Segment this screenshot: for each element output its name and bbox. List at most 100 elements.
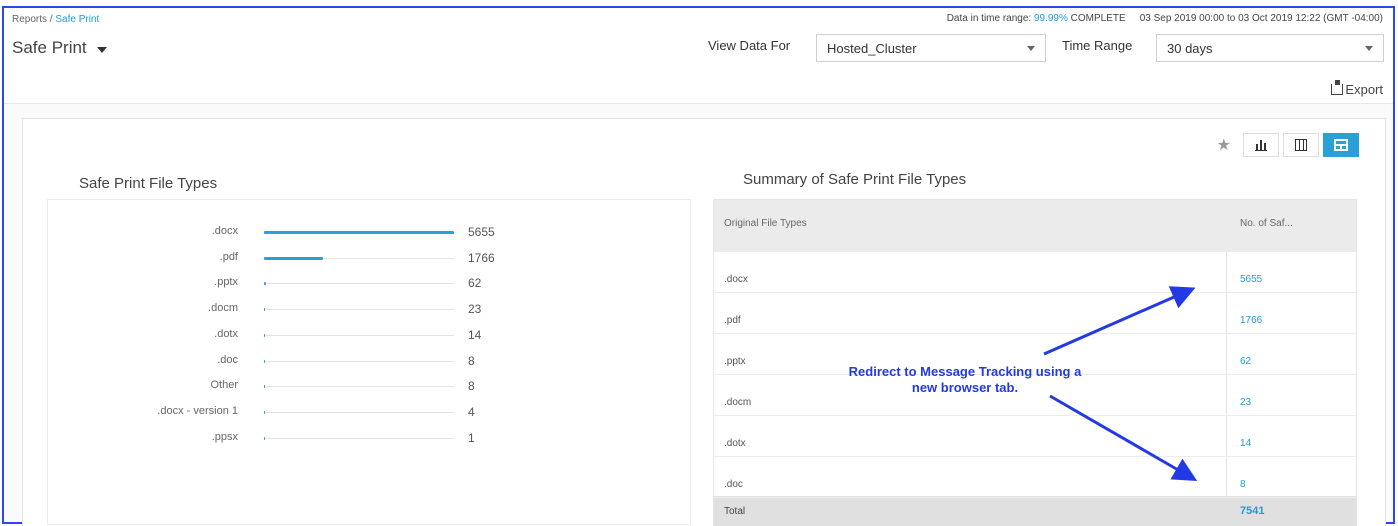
file-types-chart: .docx 5655 .pdf 1766 .pptx 62 .docm 23 .dotx 14 .d… <box>47 199 691 525</box>
bar-label: .ppsx <box>211 430 238 443</box>
bar-value-label: 4 <box>468 404 475 419</box>
bar-row: .ppsx 1 <box>48 428 690 448</box>
bar-track <box>264 410 454 414</box>
export-label: Export <box>1345 82 1383 97</box>
time-range-value: 30 days <box>1167 40 1213 56</box>
view-data-label: View Data For <box>708 38 791 53</box>
count-link[interactable]: 14 <box>1240 438 1251 449</box>
count-link[interactable]: 8 <box>1240 479 1246 490</box>
count-link[interactable]: 1766 <box>1240 315 1262 326</box>
table-row: .pdf 1766 <box>714 293 1356 334</box>
file-type-cell: .pdf <box>724 315 741 326</box>
bar-track <box>264 308 454 312</box>
total-label: Total <box>724 506 746 517</box>
column-divider <box>1226 334 1227 374</box>
chart-view-button[interactable] <box>1243 133 1279 157</box>
dropdown-arrow-icon <box>1027 45 1035 51</box>
breadcrumb-reports[interactable]: Reports <box>12 14 47 25</box>
bar[interactable] <box>264 333 265 337</box>
annotation-callout: Redirect to Message Tracking using a new… <box>806 364 1124 396</box>
bar-row: Other 8 <box>48 376 690 396</box>
file-type-cell: .dotx <box>724 438 746 449</box>
bar-track <box>264 282 454 286</box>
split-view-button[interactable] <box>1323 133 1359 157</box>
view-data-value: Hosted_Cluster <box>827 40 917 56</box>
bar-label: Other <box>210 379 238 392</box>
bar[interactable] <box>264 256 323 260</box>
bar[interactable] <box>264 308 265 312</box>
table-row: .dotx 14 <box>714 416 1356 457</box>
table-row: .doc 8 <box>714 457 1356 498</box>
chart-title: Safe Print File Types <box>79 175 218 192</box>
view-toggles: ★ <box>1217 133 1359 157</box>
bar[interactable] <box>264 359 265 363</box>
page-header: Reports / Safe Print Safe Print Data in … <box>4 8 1393 104</box>
annotation-line-1: Redirect to Message Tracking using a <box>848 364 1082 379</box>
file-type-cell: .doc <box>724 479 743 490</box>
time-range-select[interactable]: 30 days <box>1156 34 1384 62</box>
table-row: .docx 5655 <box>714 252 1356 293</box>
total-value: 7541 <box>1240 505 1265 517</box>
time-range-info: Data in time range: 99.99% COMPLETE 03 Se… <box>947 13 1383 24</box>
bar[interactable] <box>264 282 266 286</box>
bar-value-label: 62 <box>468 276 482 291</box>
bar-track <box>264 436 454 440</box>
bar-label: .pdf <box>219 250 238 263</box>
bar-row: .pdf 1766 <box>48 248 690 268</box>
bar-row: .doc 8 <box>48 351 690 371</box>
page-title: Safe Print <box>12 38 87 57</box>
bar-track <box>264 385 454 389</box>
summary-title: Summary of Safe Print File Types <box>743 171 967 188</box>
column-header-file-types[interactable]: Original File Types <box>724 218 807 229</box>
app-frame: Reports / Safe Print Safe Print Data in … <box>2 6 1395 526</box>
report-panel: ★ Safe Print File Types .docx 5655 .pdf 176… <box>22 118 1386 526</box>
view-data-select[interactable]: Hosted_Cluster <box>816 34 1046 62</box>
bar-row: .dotx 14 <box>48 325 690 345</box>
bar[interactable] <box>264 410 265 414</box>
bar-label: .doc <box>217 353 238 366</box>
column-divider <box>1226 457 1227 497</box>
star-icon[interactable]: ★ <box>1217 135 1231 155</box>
bar-label: .dotx <box>214 327 238 340</box>
bar-track <box>264 359 454 363</box>
count-link[interactable]: 23 <box>1240 397 1251 408</box>
bar-value-label: 14 <box>468 327 482 342</box>
column-divider <box>1226 416 1227 456</box>
bar-label: .docx <box>211 225 238 237</box>
bar[interactable] <box>264 385 265 389</box>
export-button[interactable]: Export <box>1331 80 1383 97</box>
bar-row: .pptx 62 <box>48 273 690 293</box>
range-suffix: COMPLETE <box>1067 13 1126 24</box>
bar-track <box>264 231 454 234</box>
count-link[interactable]: 5655 <box>1240 274 1262 285</box>
table-total-row: Total 7541 <box>714 496 1356 526</box>
bar-value-label: 8 <box>468 353 475 368</box>
export-icon <box>1331 80 1344 95</box>
bar-label: .docx - version 1 <box>157 404 238 417</box>
bar-value-label: 1766 <box>468 250 495 265</box>
bar-chart-icon <box>1255 139 1267 151</box>
report-selector[interactable]: Safe Print <box>12 38 107 58</box>
count-link[interactable]: 62 <box>1240 356 1251 367</box>
table-header: Original File Types No. of Saf... <box>714 200 1356 252</box>
annotation-line-2: new browser tab. <box>911 380 1019 395</box>
table-view-button[interactable] <box>1283 133 1319 157</box>
breadcrumb-current[interactable]: Safe Print <box>55 14 99 25</box>
column-divider <box>1226 375 1227 415</box>
bar[interactable] <box>264 436 265 440</box>
column-header-count[interactable]: No. of Saf... <box>1240 218 1293 229</box>
range-dates: 03 Sep 2019 00:00 to 03 Oct 2019 12:22 (… <box>1139 13 1383 24</box>
range-prefix: Data in time range: <box>946 13 1034 24</box>
bar[interactable] <box>264 231 454 234</box>
bar-label: .pptx <box>214 276 238 289</box>
breadcrumb: Reports / Safe Print <box>12 14 99 25</box>
bar-value-label: 5655 <box>468 225 495 239</box>
bar-row: .docx 5655 <box>48 222 690 242</box>
caret-down-icon <box>96 46 107 53</box>
bar-track <box>264 256 454 260</box>
file-type-cell: .pptx <box>724 356 746 367</box>
split-view-icon <box>1334 139 1348 151</box>
bar-value-label: 23 <box>468 302 482 317</box>
range-percent: 99.99% <box>1033 13 1068 24</box>
bar-row: .docx - version 1 4 <box>48 402 690 422</box>
